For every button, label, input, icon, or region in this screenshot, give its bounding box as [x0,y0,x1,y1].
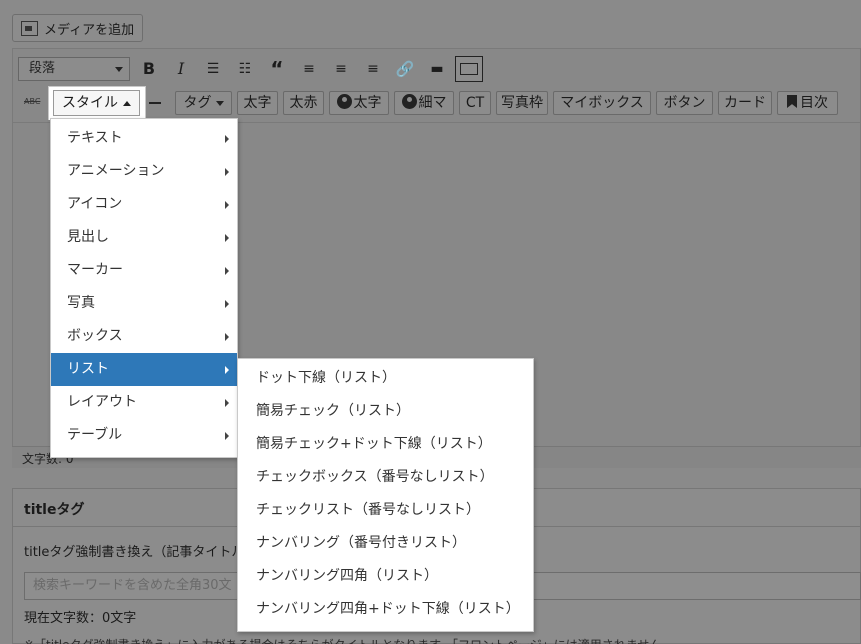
menu-item-list[interactable]: リスト [51,353,237,386]
submenu-item[interactable]: ナンバリング四角+ドット下線（リスト） [238,593,533,626]
photo-frame-button[interactable]: 写真枠 [496,91,548,115]
style-button-label: スタイル [62,95,118,111]
submenu-item[interactable]: ナンバリング四角（リスト） [238,560,533,593]
menu-item-label: アイコン [67,196,123,212]
menu-item-table[interactable]: テーブル [51,419,237,452]
submenu-item[interactable]: 簡易チェック（リスト） [238,395,533,428]
chevron-right-icon [225,432,229,440]
menu-item-label: レイアウト [67,394,137,410]
strikethrough-icon[interactable]: ABC [24,97,40,106]
add-media-button[interactable]: メディアを追加 [12,14,143,42]
menu-item-box[interactable]: ボックス [51,320,237,353]
title-note: ※「titleタグ強制書き換え」に入力がある場合はそちらがタイトルとなります。「… [24,636,673,644]
chevron-right-icon [225,168,229,176]
chevron-right-icon [225,267,229,275]
chevron-down-icon [115,67,123,72]
numbered-list-icon[interactable]: ☷ [235,58,255,80]
style-menu: テキスト アニメーション アイコン 見出し マーカー 写真 ボックス リスト レ… [50,118,238,458]
card-button[interactable]: カード [718,91,772,115]
blockquote-icon[interactable]: “ [267,58,287,80]
align-left-icon[interactable]: ≡ [299,58,319,80]
button-button[interactable]: ボタン [656,91,713,115]
avatar-bold-button[interactable]: 太字 [329,91,389,115]
format-select-value: 段落 [29,61,56,76]
panel-title: titleタグ [24,502,85,518]
chevron-right-icon [225,201,229,209]
align-center-icon[interactable]: ≡ [331,58,351,80]
media-icon [21,20,38,36]
submenu-item[interactable]: 簡易チェック+ドット下線（リスト） [238,428,533,461]
horizontal-line-icon[interactable] [149,102,161,104]
menu-item-marker[interactable]: マーカー [51,254,237,287]
list-submenu: ドット下線（リスト） 簡易チェック（リスト） 簡易チェック+ドット下線（リスト）… [237,358,534,632]
menu-item-label: 写真 [67,295,95,311]
menu-item-heading[interactable]: 見出し [51,221,237,254]
italic-icon[interactable]: I [172,58,190,80]
avatar-bold-label: 太字 [353,95,382,111]
char-count: 現在文字数：0文字 [24,611,137,626]
keyboard-icon [460,63,478,75]
submenu-item[interactable]: ドット下線（リスト） [238,362,533,395]
submenu-item[interactable]: ナンバリング（番号付きリスト） [238,527,533,560]
align-right-icon[interactable]: ≡ [363,58,383,80]
chevron-down-icon [215,100,224,106]
menu-item-photo[interactable]: 写真 [51,287,237,320]
title-override-label: titleタグ強制書き換え（記事タイトル [24,545,245,560]
my-box-button[interactable]: マイボックス [553,91,651,115]
submenu-item[interactable]: チェックリスト（番号なしリスト） [238,494,533,527]
menu-item-label: テーブル [67,427,123,443]
menu-item-animation[interactable]: アニメーション [51,155,237,188]
submenu-item[interactable]: チェックボックス（番号なしリスト） [238,461,533,494]
menu-item-layout[interactable]: レイアウト [51,386,237,419]
bulleted-list-icon[interactable]: ☰ [203,58,223,80]
menu-item-label: ボックス [67,328,123,344]
avatar-thin-label: 細マ [418,95,447,111]
bold-quick-button[interactable]: 太字 [237,91,278,115]
read-more-icon[interactable]: ▬ [427,58,447,80]
menu-item-label: 見出し [67,229,109,245]
bold-red-button[interactable]: 太赤 [283,91,324,115]
tag-button[interactable]: タグ [175,91,232,115]
menu-item-label: テキスト [67,130,123,146]
chevron-up-icon [123,100,131,106]
menu-item-icon[interactable]: アイコン [51,188,237,221]
chevron-right-icon [225,135,229,143]
style-button-container: スタイル [48,86,146,120]
menu-item-label: リスト [67,361,109,377]
style-button[interactable]: スタイル [53,90,140,116]
chevron-right-icon [225,399,229,407]
link-icon[interactable]: 🔗 [395,58,415,80]
bold-icon[interactable]: B [140,58,158,80]
tag-button-label: タグ [183,95,212,111]
chevron-right-icon [225,333,229,341]
menu-item-label: アニメーション [67,163,165,179]
format-select[interactable]: 段落 [18,57,130,81]
bookmark-icon [787,95,797,108]
menu-item-text[interactable]: テキスト [51,122,237,155]
chevron-right-icon [225,366,229,374]
chevron-right-icon [225,300,229,308]
menu-item-label: マーカー [67,262,123,278]
toolbar-toggle-button[interactable] [455,56,483,82]
person-icon [401,94,417,109]
toc-button[interactable]: 目次 [777,91,838,115]
person-icon [336,94,352,109]
chevron-right-icon [225,234,229,242]
toc-label: 目次 [800,95,828,111]
ct-button[interactable]: CT [459,91,491,115]
avatar-thin-button[interactable]: 細マ [394,91,454,115]
add-media-label: メディアを追加 [44,22,135,38]
